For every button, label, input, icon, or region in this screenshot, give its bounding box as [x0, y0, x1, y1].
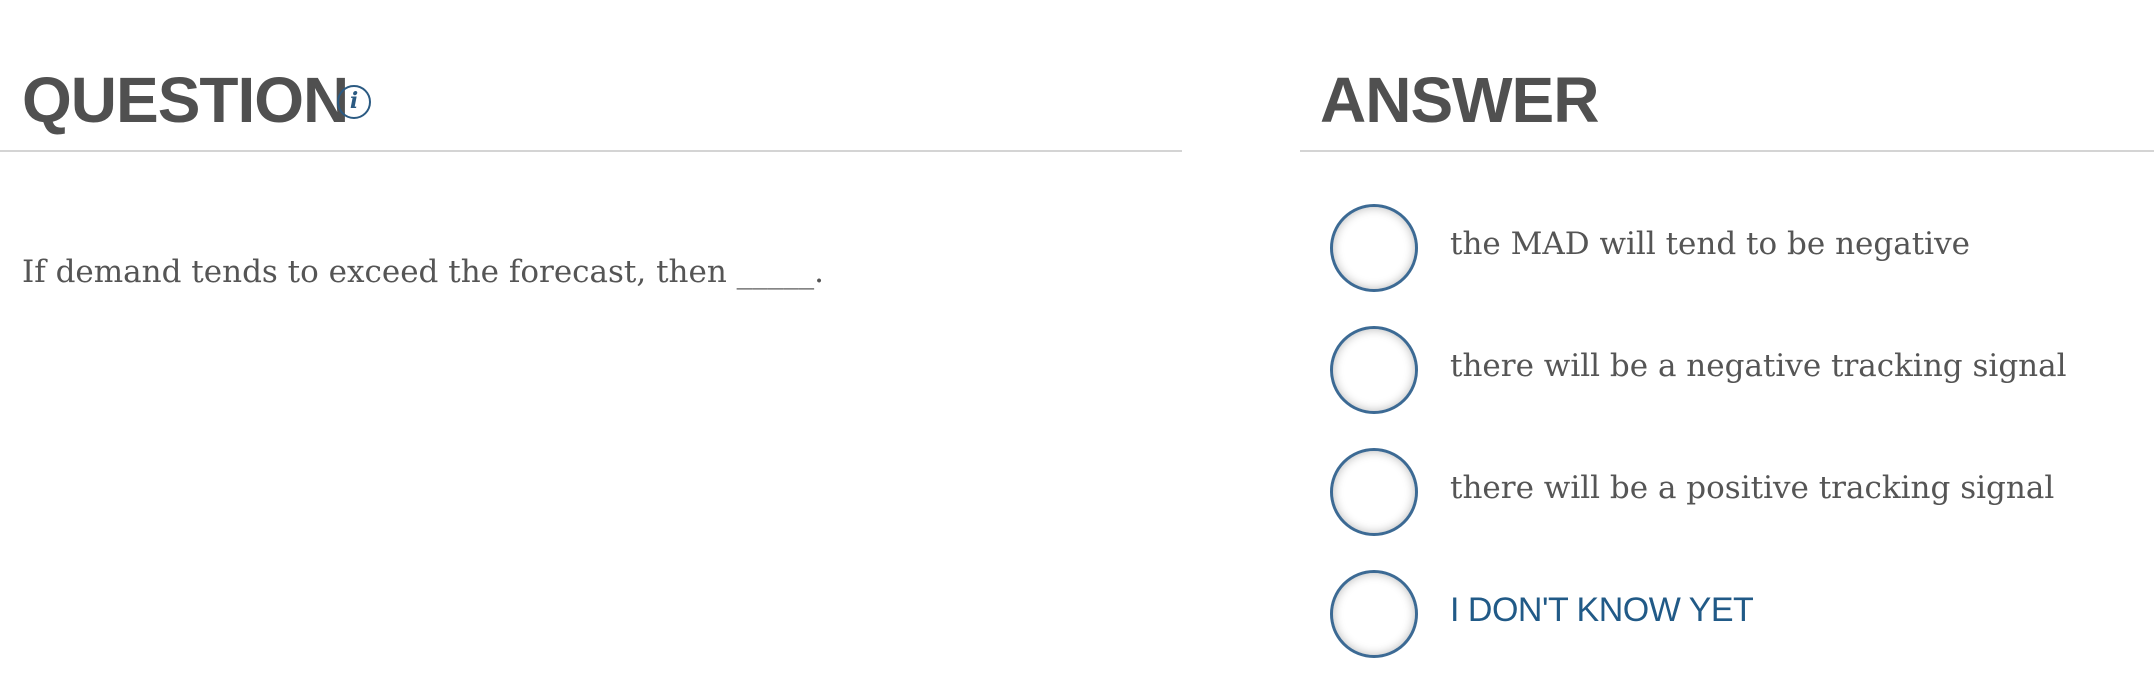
answer-option-label[interactable]: there will be a positive tracking signal [1450, 466, 2054, 510]
answer-option-label[interactable]: there will be a negative tracking signal [1450, 344, 2067, 388]
radio-button[interactable] [1330, 326, 1418, 414]
answer-option-dont-know-yet[interactable]: I DON'T KNOW YET [1330, 570, 2154, 692]
answer-panel: ANSWER the MAD will tend to be negative … [1300, 0, 2154, 658]
question-text: If demand tends to exceed the forecast, … [22, 254, 825, 290]
answer-options: the MAD will tend to be negative there w… [1330, 204, 2154, 692]
radio-button[interactable] [1330, 448, 1418, 536]
question-header: QUESTION i [0, 0, 1182, 152]
answer-title: ANSWER [1320, 64, 1599, 136]
question-panel: QUESTION i If demand tends to exceed the… [0, 0, 1182, 290]
info-icon[interactable]: i [337, 85, 371, 119]
radio-button[interactable] [1330, 570, 1418, 658]
answer-option-label[interactable]: the MAD will tend to be negative [1450, 222, 1970, 266]
dont-know-label[interactable]: I DON'T KNOW YET [1450, 588, 1754, 632]
answer-header: ANSWER [1300, 0, 2154, 152]
answer-option-mad-negative[interactable]: the MAD will tend to be negative [1330, 204, 2154, 326]
answer-option-positive-tracking-signal[interactable]: there will be a positive tracking signal [1330, 448, 2154, 570]
radio-button[interactable] [1330, 204, 1418, 292]
answer-option-negative-tracking-signal[interactable]: there will be a negative tracking signal [1330, 326, 2154, 448]
question-title: QUESTION [22, 64, 349, 136]
